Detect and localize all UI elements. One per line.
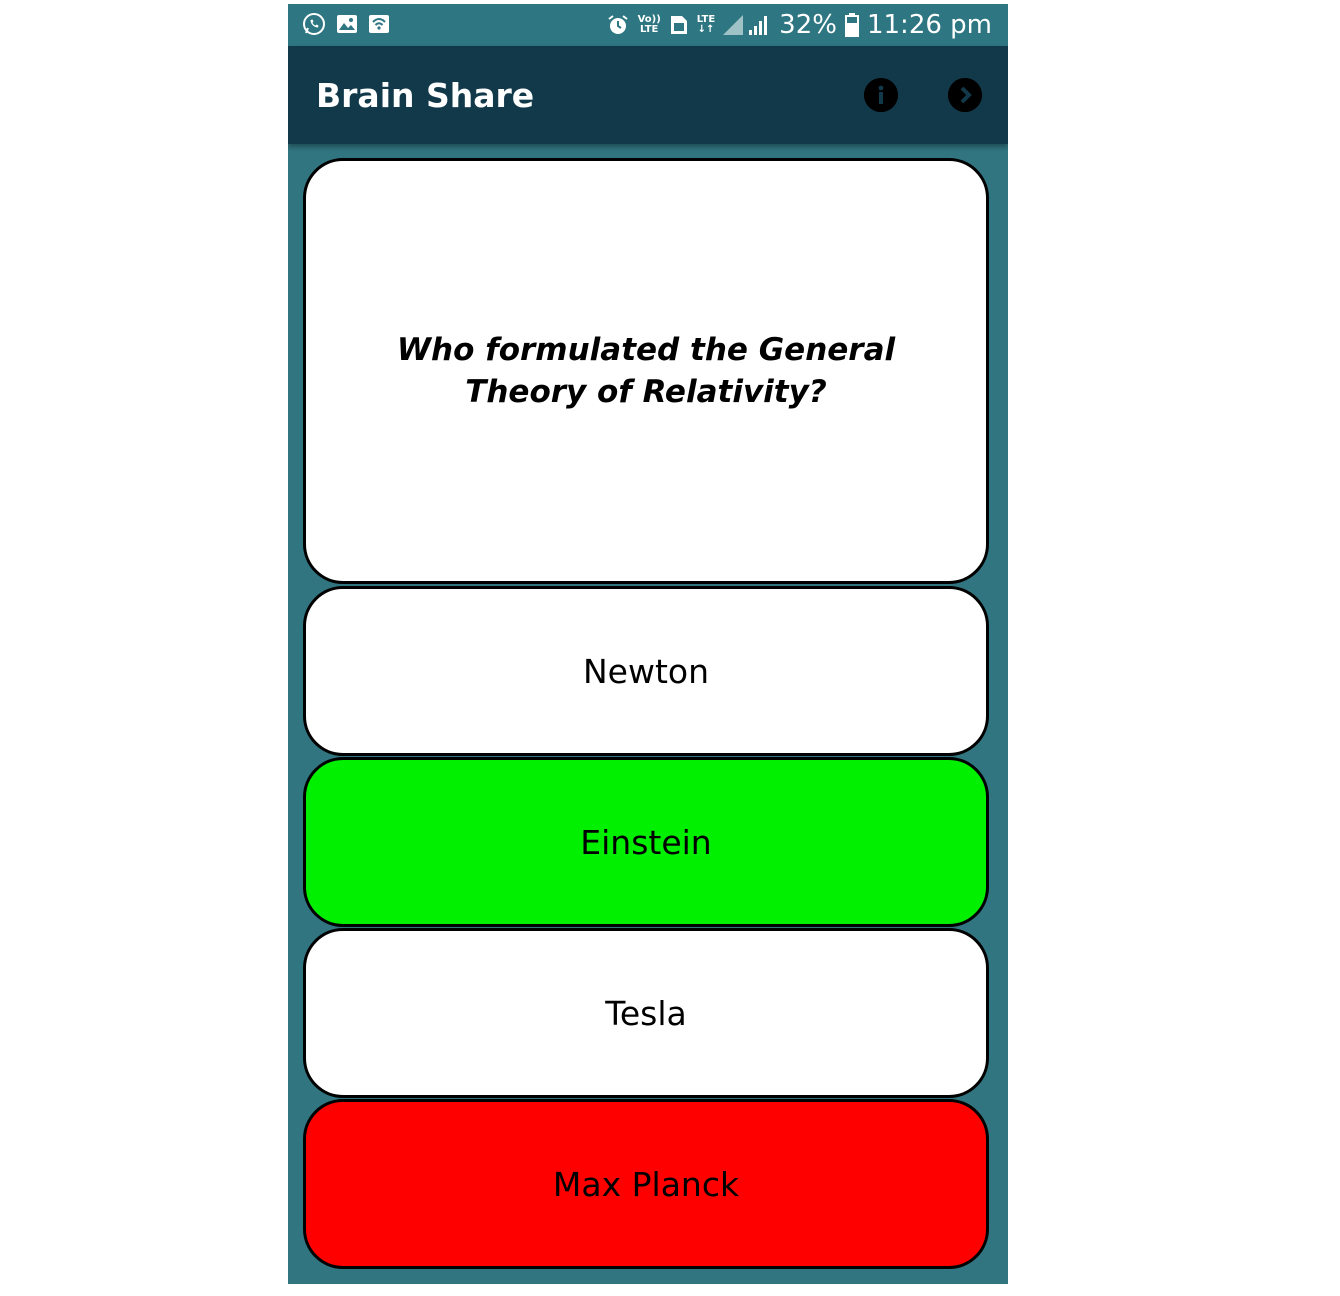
whatsapp-icon	[302, 12, 326, 36]
question-card: Who formulated the General Theory of Rel…	[303, 158, 989, 584]
signal-icon	[723, 13, 771, 37]
gallery-icon	[336, 13, 358, 35]
app-title: Brain Share	[316, 76, 535, 115]
option-einstein[interactable]: Einstein	[303, 757, 989, 927]
info-button[interactable]	[864, 78, 898, 112]
status-time: 11:26 pm	[866, 10, 992, 40]
lte-icon: LTE ↓↑	[697, 15, 715, 35]
battery-percentage: 32%	[779, 10, 837, 40]
option-label: Max Planck	[552, 1164, 740, 1204]
app-bar: Brain Share	[288, 46, 1008, 144]
question-text: Who formulated the General Theory of Rel…	[396, 332, 896, 410]
info-icon	[864, 78, 898, 112]
chevron-right-icon	[948, 78, 982, 112]
sim-icon	[669, 14, 689, 36]
lte-arrows: ↓↑	[697, 24, 715, 35]
alarm-icon	[606, 13, 630, 37]
status-left-icons	[302, 12, 390, 36]
battery-icon	[844, 13, 859, 37]
option-label: Tesla	[605, 993, 687, 1033]
status-right-icons: Vo)) LTE LTE ↓↑ 32% 11:26 pm	[606, 8, 992, 42]
option-label: Newton	[582, 651, 710, 691]
wifi-hotspot-icon	[368, 13, 390, 35]
volte-label-bottom: LTE	[640, 24, 659, 35]
option-max-planck[interactable]: Max Planck	[303, 1099, 989, 1269]
next-button[interactable]	[948, 78, 982, 112]
status-bar: Vo)) LTE LTE ↓↑ 32% 11:26 pm	[288, 4, 1008, 46]
phone-screen: Vo)) LTE LTE ↓↑ 32% 11:26 pm Brain Share…	[288, 4, 1008, 1284]
volte-icon: Vo)) LTE	[638, 15, 661, 35]
option-newton[interactable]: Newton	[303, 586, 989, 756]
option-label: Einstein	[580, 822, 712, 862]
option-tesla[interactable]: Tesla	[303, 928, 989, 1098]
